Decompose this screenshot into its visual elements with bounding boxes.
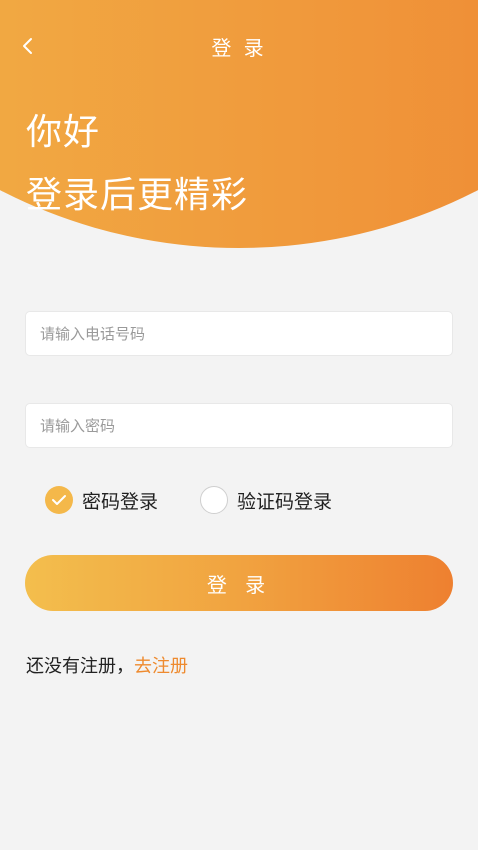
password-login-label: 密码登录 <box>82 490 159 513</box>
greeting-line-1: 你好 <box>26 112 101 153</box>
login-button[interactable]: 登 录 <box>25 555 453 611</box>
radio-checked[interactable] <box>45 486 73 514</box>
password-login-option[interactable]: 密码登录 <box>45 484 158 516</box>
greeting-line-2: 登录后更精彩 <box>26 175 249 216</box>
radio-unchecked[interactable] <box>200 486 228 514</box>
page-title: 登 录 <box>211 36 267 60</box>
password-input[interactable] <box>25 403 453 448</box>
check-icon <box>52 495 66 505</box>
register-row: 还没有注册，去注册 <box>26 652 188 678</box>
phone-input[interactable] <box>25 311 453 356</box>
code-login-option[interactable]: 验证码登录 <box>200 484 332 516</box>
nav-bar: 登 录 <box>0 0 478 92</box>
register-link[interactable]: 去注册 <box>134 656 188 677</box>
register-prompt: 还没有注册， <box>26 656 134 677</box>
code-login-label: 验证码登录 <box>237 490 333 513</box>
